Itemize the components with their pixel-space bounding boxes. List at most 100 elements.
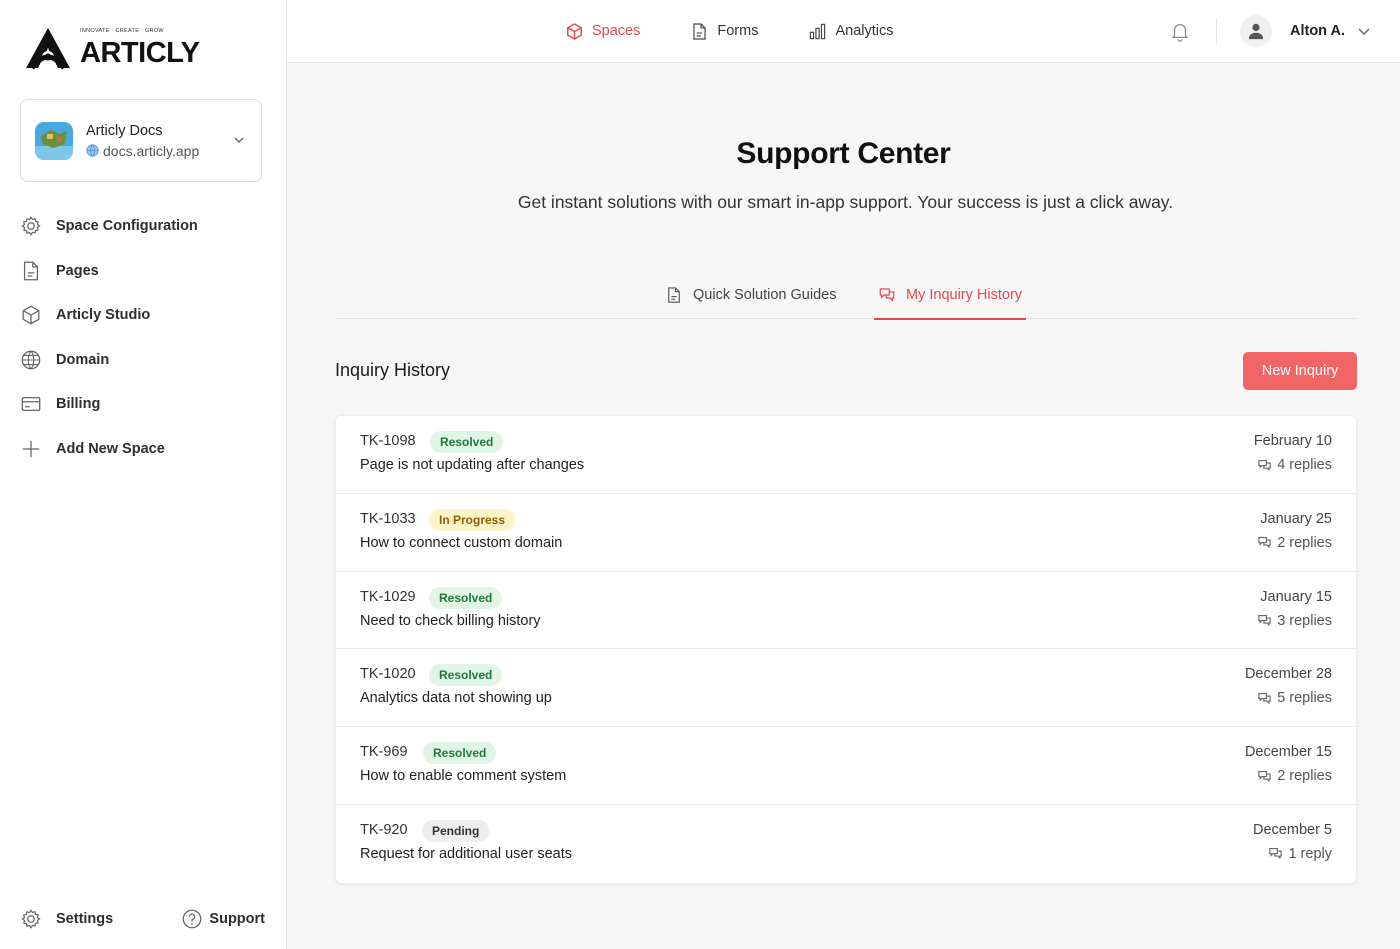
inquiry-list: TK-1098 Resolved Page is not updating af… <box>335 415 1357 884</box>
cube-icon <box>567 22 582 40</box>
space-name: Articly Docs <box>86 122 163 139</box>
ticket-id: TK-1020 <box>360 666 416 683</box>
page-title: Support Center <box>736 137 951 170</box>
sidebar-item-label: Domain <box>56 351 110 368</box>
chat-bubbles-icon <box>1258 692 1271 705</box>
top-bar: Spaces Forms Analytics Alton A. <box>287 0 1400 63</box>
space-switcher[interactable]: Articly Docs docs.articly.app <box>20 99 262 182</box>
replies-count: 5 replies <box>1277 690 1332 707</box>
chat-bubbles-icon <box>1258 537 1271 549</box>
top-nav: Spaces Forms Analytics <box>565 0 894 62</box>
tab-my-inquiry-history[interactable]: My Inquiry History <box>874 271 1027 320</box>
help-circle-icon <box>183 909 202 929</box>
replies-count: 2 replies <box>1277 534 1332 551</box>
ticket-id: TK-1098 <box>360 433 416 449</box>
ticket-replies: 2 replies <box>1257 535 1332 551</box>
table-row[interactable]: TK-969 Resolved How to enable comment sy… <box>336 727 1356 805</box>
sidebar-item-label: Space Configuration <box>56 218 198 235</box>
user-menu[interactable]: Alton A. <box>1240 15 1371 47</box>
sidebar-item-add-new-space[interactable]: Add New Space <box>20 427 270 472</box>
page-subtitle: Get instant solutions with our smart in-… <box>517 192 1174 212</box>
chevron-down-icon <box>1358 28 1370 35</box>
chevron-down-icon <box>234 137 244 143</box>
tabs: Quick Solution Guides My Inquiry History <box>335 271 1357 320</box>
sidebar: INNOVATE · CREATE · GROW ARTICLY Articly… <box>0 0 287 949</box>
avatar <box>1240 15 1272 47</box>
chat-bubbles-icon <box>879 287 895 302</box>
sidebar-item-label: Billing <box>56 396 101 413</box>
plus-icon <box>22 440 40 457</box>
sidebar-item-label: Articly Studio <box>56 307 151 324</box>
ticket-date: December 5 <box>1253 821 1332 838</box>
user-name: Alton A. <box>1290 23 1346 39</box>
table-row[interactable]: TK-1033 In Progress How to connect custo… <box>336 494 1356 572</box>
replies-count: 2 replies <box>1277 768 1332 785</box>
inquiry-history-title: Inquiry History <box>335 360 451 380</box>
sidebar-item-articly-studio[interactable]: Articly Studio <box>20 293 270 338</box>
ticket-replies: 4 replies <box>1257 457 1332 473</box>
tab-quick-solution-guides[interactable]: Quick Solution Guides <box>661 271 840 319</box>
logo-tagline: INNOVATE · CREATE · GROW <box>80 28 164 34</box>
gear-icon <box>21 909 41 929</box>
main-content: Support Center Get instant solutions wit… <box>287 63 1400 949</box>
ticket-id: TK-920 <box>360 821 408 838</box>
logo[interactable]: INNOVATE · CREATE · GROW ARTICLY <box>24 24 200 70</box>
table-row[interactable]: TK-1029 Resolved Need to check billing h… <box>336 572 1356 650</box>
status-badge: Resolved <box>429 586 503 609</box>
sidebar-item-pages[interactable]: Pages <box>20 249 270 294</box>
status-badge: Resolved <box>423 742 497 765</box>
sidebar-item-domain[interactable]: Domain <box>20 338 270 383</box>
ticket-replies: 2 replies <box>1257 768 1332 784</box>
sidebar-item-label: Pages <box>56 262 99 279</box>
replies-count: 1 reply <box>1288 845 1332 862</box>
logo-text: ARTICLY <box>80 37 200 69</box>
ticket-replies: 5 replies <box>1257 690 1332 706</box>
ticket-date: January 15 <box>1260 588 1332 605</box>
table-row[interactable]: TK-920 Pending Request for additional us… <box>336 805 1356 883</box>
ticket-replies: 1 reply <box>1268 846 1332 862</box>
support-link[interactable]: Support <box>181 908 265 930</box>
table-row[interactable]: TK-1098 Resolved Page is not updating af… <box>336 416 1356 494</box>
settings-link[interactable]: Settings <box>20 908 113 930</box>
ticket-date: December 28 <box>1244 666 1332 683</box>
replies-count: 4 replies <box>1277 457 1332 473</box>
status-badge: Resolved <box>429 664 503 687</box>
ticket-date: December 15 <box>1244 744 1332 761</box>
topnav-spaces[interactable]: Spaces <box>565 22 640 41</box>
status-badge: Pending <box>422 819 490 842</box>
ticket-id: TK-1033 <box>360 510 416 527</box>
space-domain-text: docs.articly.app <box>103 142 200 159</box>
bar-chart-icon <box>810 23 826 39</box>
sidebar-item-billing[interactable]: Billing <box>20 382 270 427</box>
globe-icon <box>21 350 41 370</box>
ticket-subject: How to enable comment system <box>360 768 567 785</box>
ticket-subject: Need to check billing history <box>360 612 541 629</box>
chat-bubbles-icon <box>1258 615 1271 627</box>
topbar-divider <box>1216 18 1217 44</box>
settings-label: Settings <box>56 911 114 927</box>
document-icon <box>23 261 39 281</box>
new-inquiry-button[interactable]: New Inquiry <box>1243 352 1357 390</box>
tab-label: Quick Solution Guides <box>693 287 837 303</box>
ticket-replies: 3 replies <box>1257 613 1332 629</box>
topnav-label: Forms <box>717 23 759 39</box>
ticket-id: TK-1029 <box>360 588 416 605</box>
ticket-subject: Page is not updating after changes <box>360 457 585 473</box>
topnav-forms[interactable]: Forms <box>690 22 758 41</box>
chat-bubbles-icon <box>1269 848 1283 860</box>
table-row[interactable]: TK-1020 Resolved Analytics data not show… <box>336 649 1356 728</box>
status-badge: Resolved <box>430 431 504 453</box>
ticket-id: TK-969 <box>360 744 408 761</box>
user-icon <box>1248 23 1264 40</box>
ticket-subject: Request for additional user seats <box>360 845 572 862</box>
document-icon <box>668 287 680 303</box>
ticket-subject: Analytics data not showing up <box>360 690 552 707</box>
sidebar-item-space-configuration[interactable]: Space Configuration <box>20 204 270 249</box>
support-label: Support <box>209 911 265 927</box>
document-icon <box>693 22 707 40</box>
space-avatar <box>35 121 73 160</box>
sidebar-item-label: Add New Space <box>56 440 165 457</box>
replies-count: 3 replies <box>1277 612 1332 629</box>
topnav-analytics[interactable]: Analytics <box>808 22 894 41</box>
bell-icon[interactable] <box>1169 20 1191 42</box>
